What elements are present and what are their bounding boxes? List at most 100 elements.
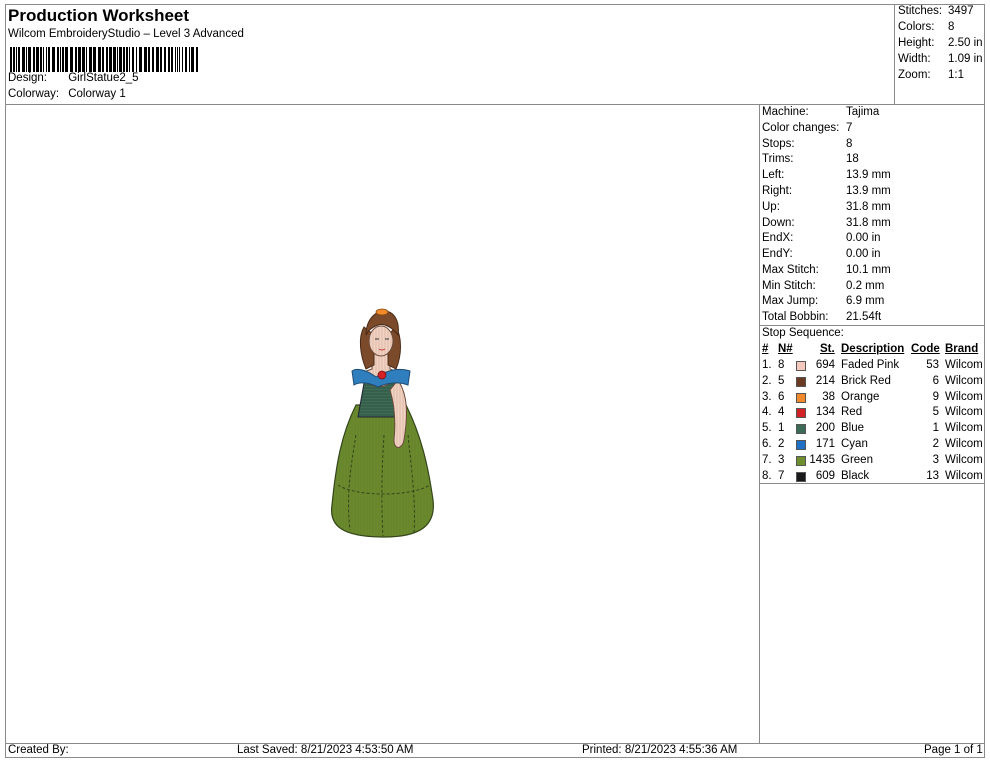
stop-row-brand: Wilcom	[945, 374, 983, 387]
stop-row-stitches: 38	[822, 390, 835, 403]
info-value: 13.9 mm	[846, 169, 891, 181]
stop-row-code: 6	[932, 374, 939, 387]
stop-row-stitches: 214	[815, 374, 835, 387]
info-label: Total Bobbin:	[762, 311, 829, 323]
info-value: 7	[846, 122, 853, 134]
info-label: Max Jump:	[762, 295, 819, 307]
stop-row-code: 5	[932, 406, 939, 419]
footer-last-saved: Last Saved: 8/21/2023 4:53:50 AM	[237, 744, 414, 756]
info-value: 6.9 mm	[846, 295, 885, 307]
stop-row-description: Orange	[841, 390, 880, 403]
color-swatch	[796, 471, 806, 482]
stop-row-code: 9	[932, 390, 939, 403]
info-value: 31.8 mm	[846, 201, 891, 213]
summary-value: 1:1	[948, 69, 964, 81]
stop-row-needle: 2	[778, 438, 785, 450]
stop-row-code: 3	[932, 453, 939, 466]
col-header-brand: Brand	[945, 343, 979, 355]
summary-height: Height: 2.50 in	[898, 37, 983, 49]
color-swatch	[796, 455, 806, 466]
stop-row-stitches: 1435	[809, 453, 835, 466]
info-value: 31.8 mm	[846, 217, 891, 229]
stop-row-needle: 4	[778, 406, 785, 419]
embroidery-design-image	[330, 308, 434, 538]
colorway-label: Colorway:	[8, 88, 60, 100]
stop-row-number: 7.	[762, 453, 772, 466]
stop-row-stitches: 694	[815, 359, 835, 371]
stop-row-stitches: 200	[815, 422, 835, 435]
info-label: Stops:	[762, 138, 795, 150]
col-header-code: Code	[911, 343, 940, 355]
summary-zoom: Zoom: 1:1	[898, 69, 964, 81]
stop-row-needle: 7	[778, 469, 785, 482]
col-header-needle: N#	[778, 343, 793, 355]
info-machine: Machine: Tajima	[762, 106, 879, 122]
stop-row-description: Black	[841, 469, 870, 482]
summary-value: 3497	[948, 5, 974, 17]
stop-row-number: 1.	[762, 359, 772, 371]
design-name-row: Design: GirlStatue2_5	[8, 72, 139, 84]
info-down: Down: 31.8 mm	[762, 217, 891, 233]
stop-row-needle: 6	[778, 390, 785, 403]
info-label: Machine:	[762, 106, 809, 118]
info-value: 10.1 mm	[846, 264, 891, 276]
info-trims: Trims: 18	[762, 153, 859, 169]
design-preview	[6, 105, 759, 743]
stop-row-description: Blue	[841, 422, 865, 435]
info-label: EndY:	[762, 248, 793, 260]
stop-row-brand: Wilcom	[945, 406, 983, 419]
stop-row-code: 2	[932, 438, 939, 450]
summary-label: Height:	[898, 37, 935, 49]
stop-row-number: 2.	[762, 374, 772, 387]
info-label: Right:	[762, 185, 793, 197]
software-subtitle: Wilcom EmbroideryStudio – Level 3 Advanc…	[8, 28, 244, 40]
summary-label: Colors:	[898, 21, 935, 33]
info-color-changes: Color changes: 7	[762, 122, 852, 138]
worksheet-header: Production Worksheet Wilcom EmbroiderySt…	[5, 4, 895, 104]
footer-created-by: Created By:	[8, 744, 69, 756]
summary-value: 8	[948, 21, 955, 33]
stop-row-code: 53	[926, 359, 939, 371]
stop-row-code: 1	[932, 422, 939, 435]
info-endx: EndX: 0.00 in	[762, 232, 881, 248]
footer-divider	[5, 743, 985, 744]
color-swatch	[796, 408, 806, 419]
stop-row-number: 8.	[762, 469, 772, 482]
stop-row-description: Red	[841, 406, 863, 419]
summary-stitches: Stitches: 3497	[898, 5, 974, 17]
stop-row-needle: 8	[778, 359, 785, 371]
color-swatch	[796, 361, 806, 371]
stop-row-brand: Wilcom	[945, 438, 983, 450]
info-label: Up:	[762, 201, 780, 213]
info-value: 8	[846, 138, 853, 150]
info-label: Max Stitch:	[762, 264, 819, 276]
info-value: 0.00 in	[846, 232, 881, 244]
stop-row-number: 4.	[762, 406, 772, 419]
info-value: 18	[846, 153, 859, 165]
info-label: Trims:	[762, 153, 794, 165]
footer-page-number: Page 1 of 1	[924, 744, 983, 756]
info-left: Left: 13.9 mm	[762, 169, 891, 185]
design-summary: Stitches: 3497 Colors: 8 Height: 2.50 in Wi…	[894, 4, 985, 104]
info-value: 13.9 mm	[846, 185, 891, 197]
barcode-graphic	[10, 47, 198, 72]
colorway-row: Colorway: Colorway 1	[8, 88, 126, 100]
summary-label: Width:	[898, 53, 931, 65]
stop-row-description: Green	[841, 453, 873, 466]
stop-row-code: 13	[926, 469, 939, 482]
col-header-description: Description	[841, 343, 905, 355]
color-swatch	[796, 376, 806, 387]
footer-printed: Printed: 8/21/2023 4:55:36 AM	[582, 744, 738, 756]
stop-row-needle: 5	[778, 374, 785, 387]
stop-row-needle: 1	[778, 422, 785, 435]
girl-statue-figure	[330, 308, 434, 538]
stop-row-brand: Wilcom	[945, 422, 983, 435]
info-label: EndX:	[762, 232, 794, 244]
stop-row-brand: Wilcom	[945, 469, 983, 482]
info-stops: Stops: 8	[762, 138, 852, 154]
stop-row-stitches: 134	[815, 406, 835, 419]
stop-row-number: 5.	[762, 422, 772, 435]
info-max-jump: Max Jump: 6.9 mm	[762, 295, 884, 311]
info-label: Down:	[762, 217, 795, 229]
info-value: Tajima	[846, 106, 880, 118]
